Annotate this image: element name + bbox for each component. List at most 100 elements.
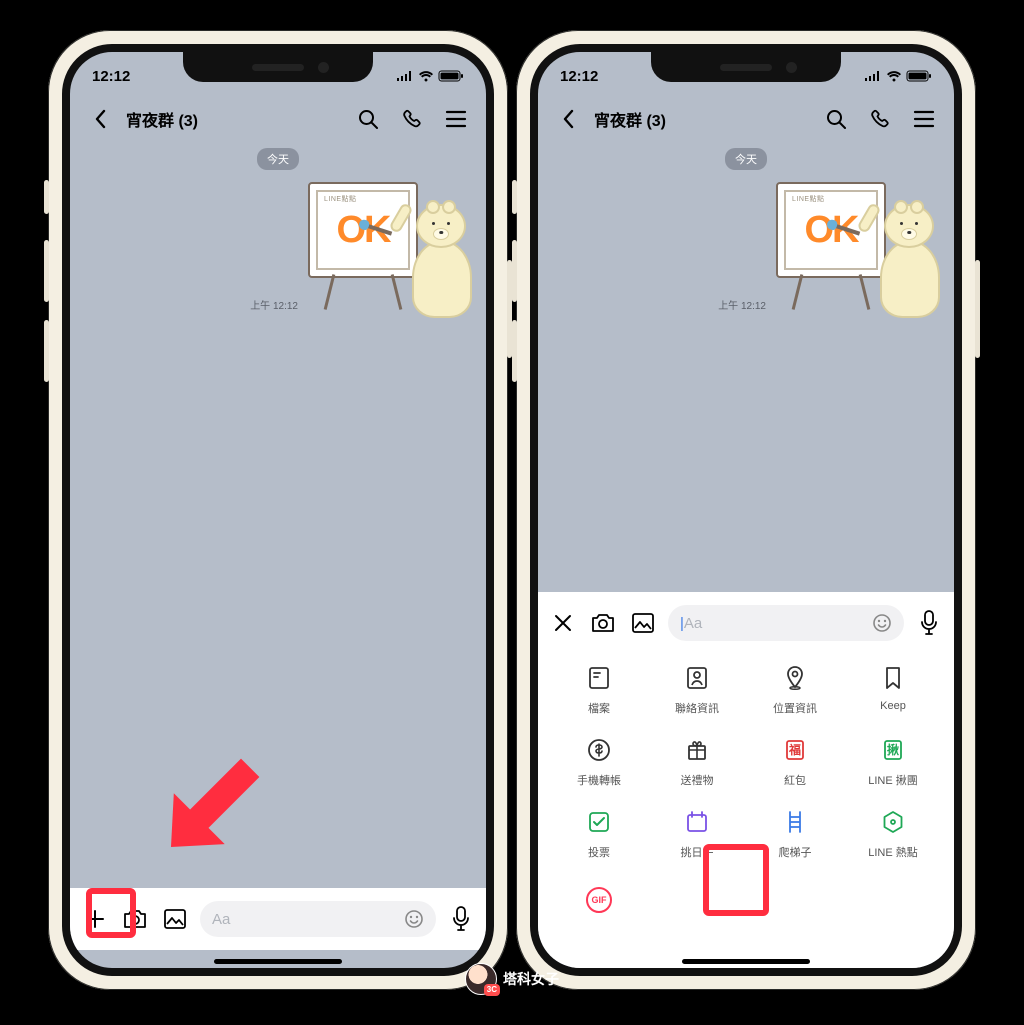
- phone-left: 12:12 宵夜群 (3): [48, 30, 508, 990]
- microphone-icon: [452, 906, 470, 932]
- close-panel-button[interactable]: [548, 608, 578, 638]
- volume-down: [44, 320, 49, 382]
- file-icon: [583, 662, 615, 694]
- vote-icon: [583, 806, 615, 838]
- panel-label: 手機轉帳: [577, 772, 621, 788]
- cellular-icon: [864, 70, 882, 82]
- panel-label: 位置資訊: [773, 700, 817, 716]
- status-time: 12:12: [560, 68, 598, 85]
- panel-item-keep[interactable]: Keep: [848, 662, 938, 716]
- svg-text:福: 福: [788, 742, 801, 757]
- search-button[interactable]: [350, 101, 386, 137]
- panel-label: 送禮物: [681, 772, 714, 788]
- notch: [183, 52, 373, 82]
- call-button[interactable]: [394, 101, 430, 137]
- chat-header: 宵夜群 (3): [538, 96, 954, 142]
- gallery-button[interactable]: [628, 608, 658, 638]
- date-pill: 今天: [725, 148, 767, 170]
- bookmark-icon: [877, 662, 909, 694]
- side-button: [44, 180, 49, 214]
- status-indicators: [396, 70, 464, 82]
- emoji-icon[interactable]: [872, 613, 892, 633]
- emoji-icon[interactable]: [404, 909, 424, 929]
- attachment-panel: 檔案 聯絡資訊 位置資訊 Keep: [538, 654, 954, 968]
- panel-label: 爬梯子: [779, 844, 812, 860]
- attach-button[interactable]: [80, 904, 110, 934]
- status-time: 12:12: [92, 68, 130, 85]
- menu-button[interactable]: [438, 101, 474, 137]
- voice-button[interactable]: [446, 904, 476, 934]
- sticker-message[interactable]: LINE點點 OK: [304, 178, 476, 318]
- panel-item-vote[interactable]: 投票: [554, 806, 644, 860]
- side-button: [512, 180, 517, 214]
- gif-icon: GIF: [583, 884, 615, 916]
- gallery-button[interactable]: [160, 904, 190, 934]
- menu-icon: [913, 110, 935, 128]
- search-button[interactable]: [818, 101, 854, 137]
- bear-character: [406, 208, 478, 318]
- panel-label: 挑日子: [681, 844, 714, 860]
- contact-icon: [681, 662, 713, 694]
- camera-button[interactable]: [588, 608, 618, 638]
- home-indicator[interactable]: [682, 959, 810, 964]
- panel-item-group[interactable]: 揪 LINE 揪團: [848, 734, 938, 788]
- panel-label: LINE 熱點: [868, 844, 918, 860]
- camera-button[interactable]: [120, 904, 150, 934]
- envelope-icon: 福: [779, 734, 811, 766]
- group-icon: 揪: [877, 734, 909, 766]
- panel-item-contact[interactable]: 聯絡資訊: [652, 662, 742, 716]
- panel-item-location[interactable]: 位置資訊: [750, 662, 840, 716]
- bear-character: [874, 208, 946, 318]
- hexagon-icon: [877, 806, 909, 838]
- back-button[interactable]: [550, 101, 586, 137]
- easel-board: LINE點點 OK: [308, 182, 418, 278]
- input-placeholder: |Aa: [680, 615, 702, 632]
- search-icon: [357, 108, 379, 130]
- panel-item-envelope[interactable]: 福 紅包: [750, 734, 840, 788]
- message-input[interactable]: Aa: [200, 901, 436, 937]
- sticker-message[interactable]: LINE點點 OK: [772, 178, 944, 318]
- close-icon: [553, 613, 573, 633]
- panel-item-date[interactable]: 挑日子: [652, 806, 742, 860]
- arrow-annotation: [152, 746, 272, 866]
- image-icon: [163, 908, 187, 930]
- home-indicator[interactable]: [214, 959, 342, 964]
- menu-button[interactable]: [906, 101, 942, 137]
- wifi-icon: [418, 70, 434, 82]
- wifi-icon: [886, 70, 902, 82]
- panel-label: Keep: [880, 700, 906, 712]
- chat-body[interactable]: 今天 上午 12:12 LINE點點 OK: [538, 142, 954, 324]
- panel-item-transfer[interactable]: 手機轉帳: [554, 734, 644, 788]
- microphone-icon: [920, 610, 938, 636]
- panel-label: 聯絡資訊: [675, 700, 719, 716]
- plus-icon: [83, 907, 107, 931]
- chat-title: 宵夜群 (3): [594, 107, 666, 131]
- panel-item-ladder[interactable]: 爬梯子: [750, 806, 840, 860]
- chat-title: 宵夜群 (3): [126, 107, 198, 131]
- message-time: 上午 12:12: [250, 297, 298, 312]
- menu-icon: [445, 110, 467, 128]
- back-button[interactable]: [82, 101, 118, 137]
- gift-icon: [681, 734, 713, 766]
- panel-item-hotspot[interactable]: LINE 熱點: [848, 806, 938, 860]
- phone-icon: [869, 108, 891, 130]
- chat-header: 宵夜群 (3): [70, 96, 486, 142]
- cellular-icon: [396, 70, 414, 82]
- voice-button[interactable]: [914, 608, 944, 638]
- date-pill: 今天: [257, 148, 299, 170]
- input-bar: Aa: [70, 888, 486, 950]
- volume-up: [512, 240, 517, 302]
- call-button[interactable]: [862, 101, 898, 137]
- panel-label: LINE 揪團: [868, 772, 918, 788]
- panel-item-gift[interactable]: 送禮物: [652, 734, 742, 788]
- panel-label: 紅包: [784, 772, 806, 788]
- panel-label: 檔案: [588, 700, 610, 716]
- message-row: 上午 12:12 LINE點點 OK: [548, 178, 944, 318]
- panel-item-file[interactable]: 檔案: [554, 662, 644, 716]
- chat-body[interactable]: 今天 上午 12:12 LINE點點 OK: [70, 142, 486, 324]
- battery-icon: [906, 70, 932, 82]
- message-input[interactable]: |Aa: [668, 605, 904, 641]
- calendar-icon: [681, 806, 713, 838]
- panel-item-gif[interactable]: GIF: [554, 884, 644, 916]
- panel-label: 投票: [588, 844, 610, 860]
